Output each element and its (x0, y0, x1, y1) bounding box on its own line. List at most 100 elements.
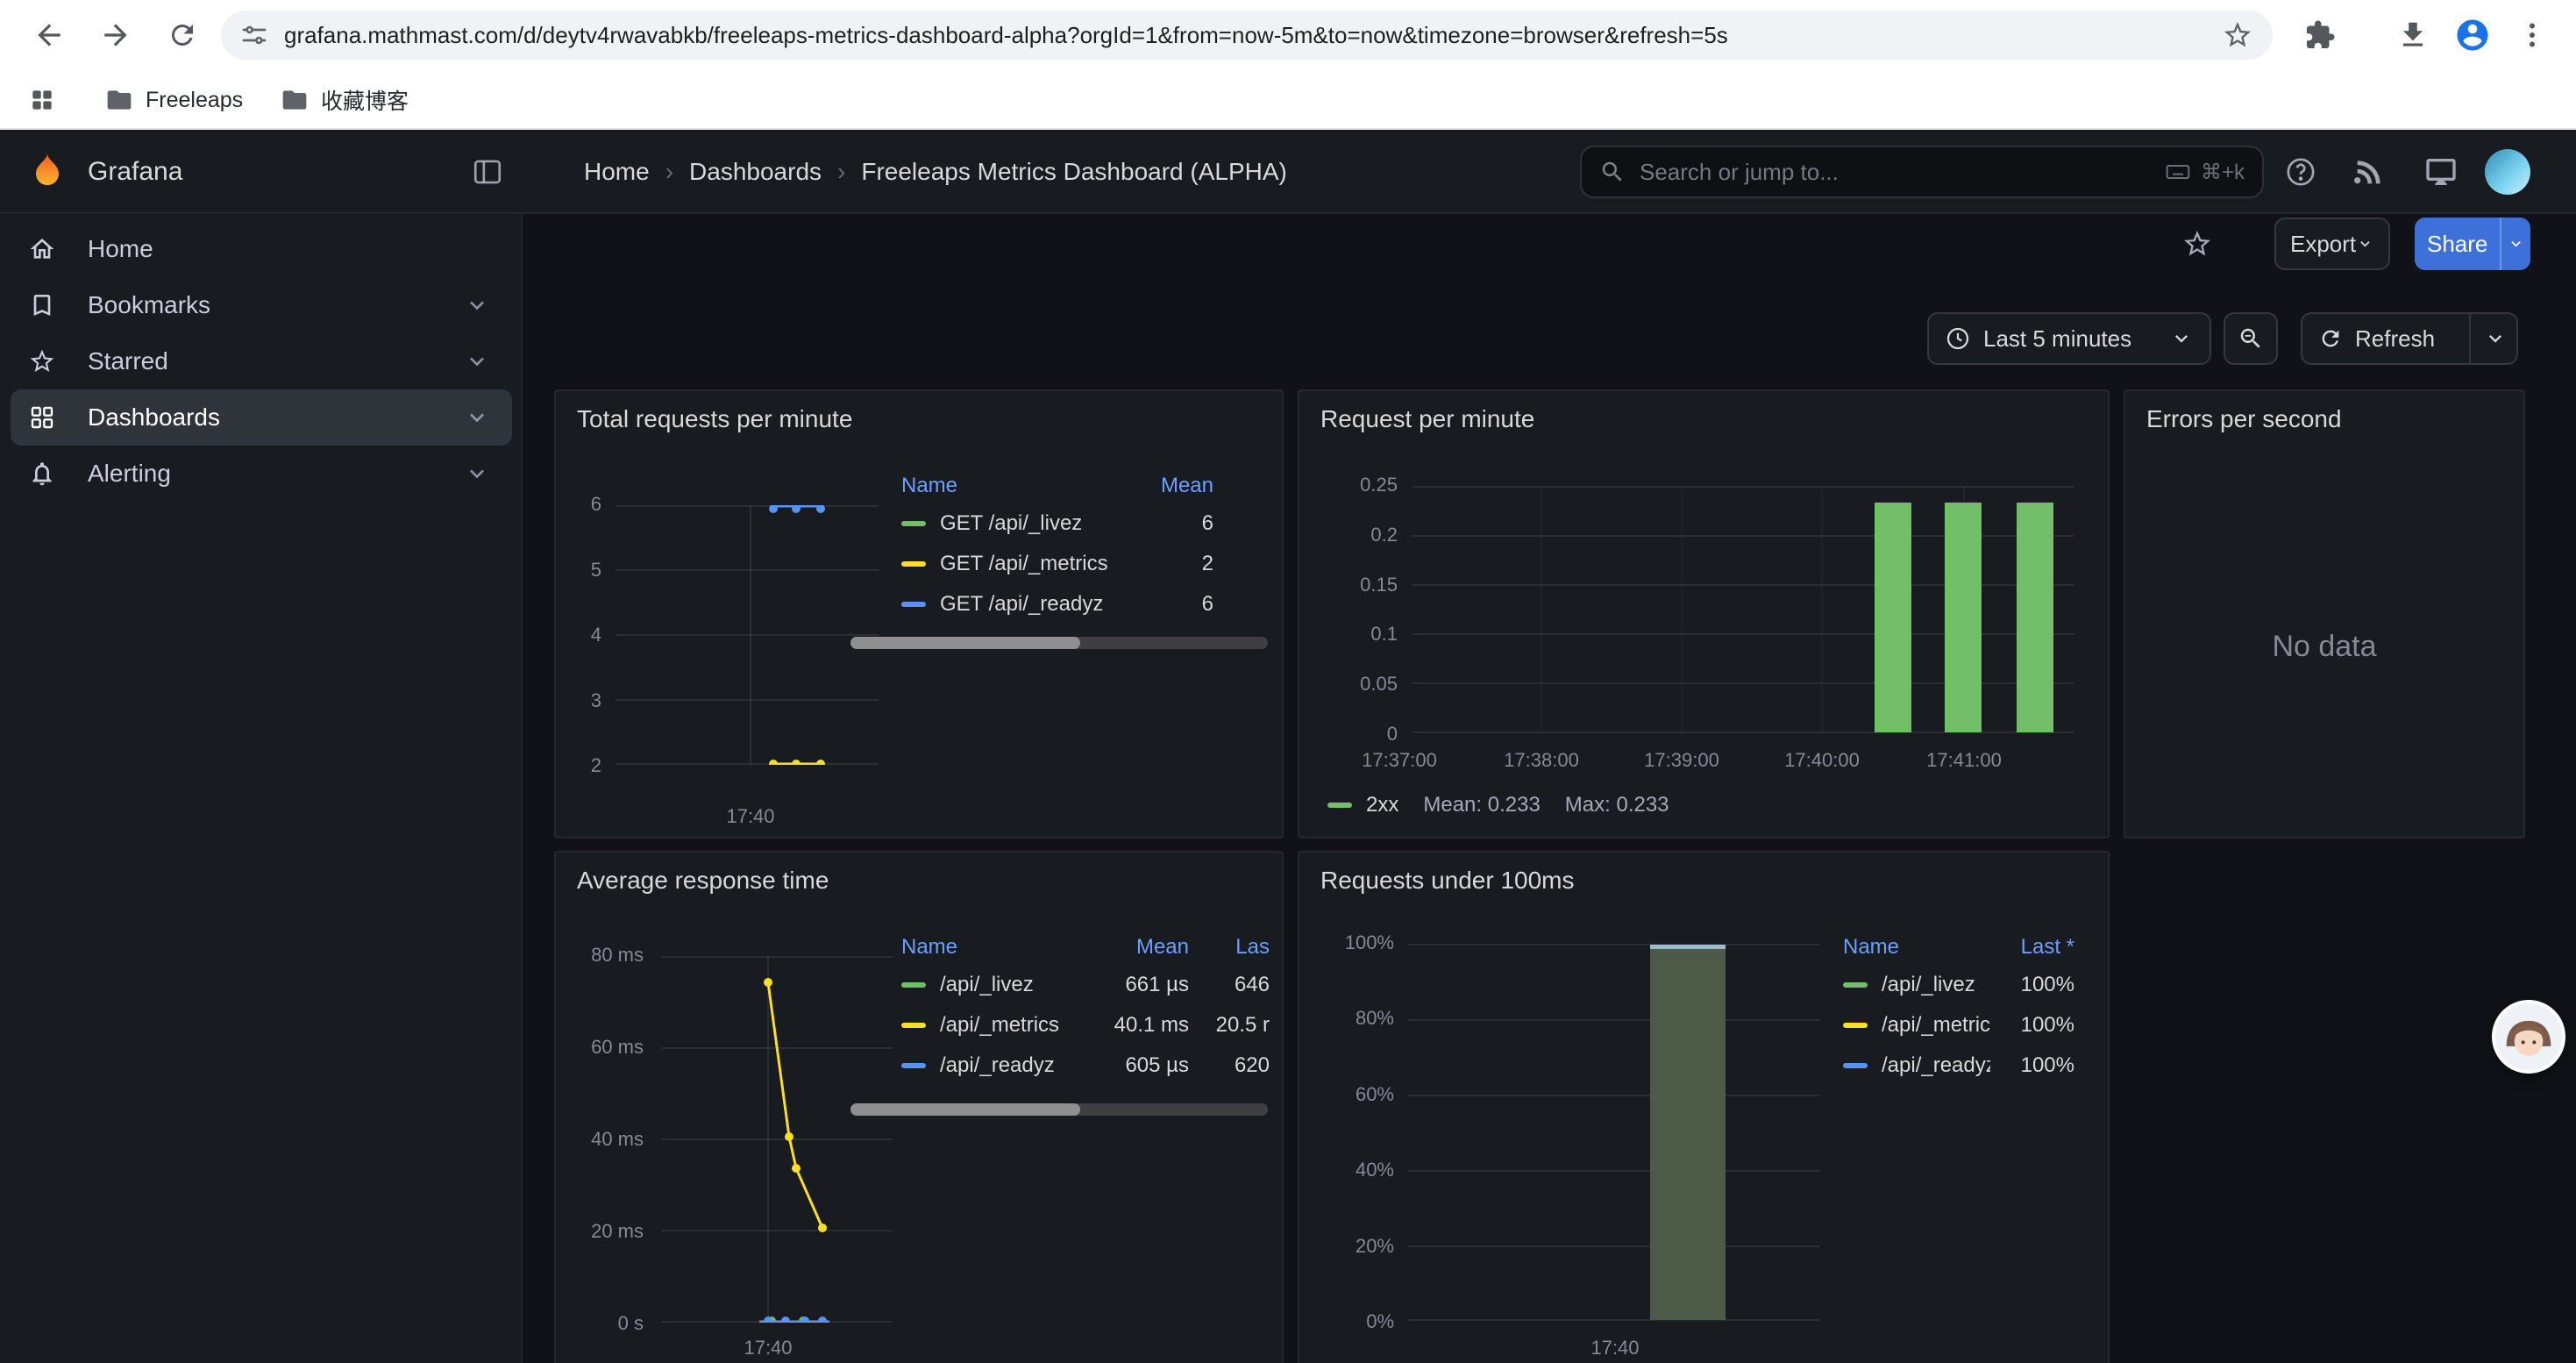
series-color-dash (901, 982, 926, 988)
search-box[interactable]: ⌘+k (1580, 146, 2264, 198)
legend-row[interactable]: 2xx Mean: 0.233 Max: 0.233 (1327, 793, 1669, 817)
line-chart (661, 956, 893, 1323)
news-feed-icon[interactable] (2352, 154, 2387, 189)
scrollbar-thumb[interactable] (850, 637, 1080, 649)
x-axis-label: 17:37:00 (1362, 749, 1437, 772)
dashboards-grid-icon (28, 403, 56, 432)
panel-title[interactable]: Errors per second (2146, 405, 2342, 433)
collapse-sidebar-icon[interactable] (470, 154, 505, 189)
series-mean: 605 µs (1080, 1053, 1189, 1078)
sidebar-item-label: Dashboards (88, 403, 220, 432)
refresh-icon (2318, 326, 2343, 351)
chevron-down-icon[interactable] (463, 347, 491, 375)
scrollbar-thumb[interactable] (850, 1103, 1080, 1116)
refresh-interval-chevron-icon[interactable] (2483, 326, 2508, 351)
x-axis-label: 17:41:00 (1926, 749, 2002, 772)
legend-row[interactable]: /api/_metrics 40.1 ms 20.5 r (901, 1005, 1270, 1045)
panel-title[interactable]: Average response time (577, 867, 829, 895)
bookmark-star-icon[interactable] (2222, 19, 2253, 51)
legend-header-name[interactable]: Name (901, 474, 1140, 498)
profile-button[interactable] (2451, 14, 2494, 56)
sidebar-item-label: Alerting (88, 460, 171, 488)
breadcrumb-home[interactable]: Home (584, 158, 650, 186)
search-input[interactable] (1640, 159, 2164, 186)
home-icon (28, 235, 56, 263)
legend-header-mean[interactable]: Mean (1140, 474, 1213, 498)
share-button[interactable]: Share (2415, 218, 2530, 270)
forward-button[interactable] (95, 14, 137, 56)
apps-button[interactable] (21, 79, 63, 121)
downloads-button[interactable] (2392, 14, 2434, 56)
address-bar[interactable] (221, 11, 2273, 60)
breadcrumb-dashboards[interactable]: Dashboards (689, 158, 822, 186)
reload-button[interactable] (161, 14, 203, 56)
y-axis-labels: 0.25 0.2 0.15 0.1 0.05 0 (1299, 474, 1398, 746)
legend-header-name[interactable]: Name (901, 935, 1080, 960)
chevron-down-icon (2356, 232, 2374, 256)
share-dropdown-chevron-icon[interactable] (2507, 232, 2525, 256)
series-color-dash (901, 561, 926, 567)
refresh-button[interactable]: Refresh (2301, 312, 2518, 365)
legend-header-mean[interactable]: Mean (1080, 935, 1189, 960)
sidebar-item-home[interactable]: Home (11, 221, 512, 277)
monitor-icon[interactable] (2423, 154, 2459, 189)
series-last: 620 (1189, 1053, 1270, 1078)
export-button[interactable]: Export (2274, 218, 2390, 270)
time-range-picker[interactable]: Last 5 minutes (1927, 312, 2211, 365)
legend-header-name[interactable]: Name (1843, 935, 1990, 960)
bookmark-folder-blogs[interactable]: 收藏博客 (270, 70, 419, 130)
sidebar-item-label: Home (88, 235, 153, 263)
sidebar-item-starred[interactable]: Starred (11, 333, 512, 389)
legend-scrollbar[interactable] (850, 1103, 1268, 1116)
panel-avg-response-time: Average response time 80 ms 60 ms 40 ms … (554, 851, 1284, 1363)
clock-icon (1945, 325, 1971, 352)
site-info-icon[interactable] (240, 21, 268, 49)
x-axis-label: 17:40:00 (1784, 749, 1860, 772)
series-name: /api/_metrics (940, 1013, 1059, 1038)
help-icon[interactable] (2283, 154, 2318, 189)
extensions-button[interactable] (2299, 14, 2341, 56)
legend-row[interactable]: /api/_readyz 605 µs 620 (901, 1045, 1270, 1086)
star-icon (28, 347, 56, 375)
legend-row[interactable]: GET /api/_metrics 2 (901, 544, 1213, 584)
bookmarks-bar: Freeleaps 收藏博客 (0, 70, 2576, 130)
legend-row[interactable]: /api/_readyz 100% (1843, 1045, 2074, 1086)
legend-row[interactable]: /api/_livez 100% (1843, 965, 2074, 1005)
x-axis-label: 17:40 (726, 805, 774, 828)
keyboard-icon (2164, 158, 2192, 186)
bookmark-folder-freeleaps[interactable]: Freeleaps (95, 70, 253, 130)
sidebar-item-alerting[interactable]: Alerting (11, 446, 512, 502)
favorite-star-icon[interactable] (2181, 228, 2213, 260)
user-avatar[interactable] (2485, 149, 2530, 195)
sidebar-item-bookmarks[interactable]: Bookmarks (11, 277, 512, 333)
chevron-down-icon[interactable] (463, 403, 491, 432)
legend-row[interactable]: GET /api/_livez 6 (901, 503, 1213, 544)
legend-row[interactable]: /api/_metrics 100% (1843, 1005, 2074, 1045)
x-axis-label: 17:38:00 (1504, 749, 1579, 772)
grafana-logo[interactable] (25, 149, 70, 195)
legend-row[interactable]: /api/_livez 661 µs 646 (901, 965, 1270, 1005)
series-name: /api/_readyz (1882, 1053, 1990, 1078)
browser-menu-button[interactable] (2511, 14, 2553, 56)
legend-header-last[interactable]: Las (1189, 935, 1270, 960)
chevron-down-icon[interactable] (463, 460, 491, 488)
zoom-out-button[interactable] (2224, 312, 2278, 365)
sidebar-item-dashboards[interactable]: Dashboards (11, 389, 512, 446)
series-name: GET /api/_livez (940, 511, 1082, 536)
legend-row[interactable]: GET /api/_readyz 6 (901, 584, 1213, 624)
assistant-avatar[interactable] (2492, 1000, 2565, 1074)
chevron-down-icon (2169, 326, 2194, 351)
chevron-down-icon[interactable] (463, 291, 491, 319)
series-color-dash (1327, 803, 1352, 808)
back-button[interactable] (28, 14, 70, 56)
export-label: Export (2290, 231, 2356, 258)
legend-scrollbar[interactable] (850, 637, 1268, 649)
x-axis-label: 17:39:00 (1644, 749, 1719, 772)
panel-title[interactable]: Requests under 100ms (1320, 867, 1575, 895)
panel-title[interactable]: Total requests per minute (577, 405, 852, 433)
legend-header-last[interactable]: Last * (1990, 935, 2074, 960)
url-input[interactable] (284, 11, 2195, 60)
series-name: /api/_readyz (940, 1053, 1055, 1078)
bookmark-icon (28, 291, 56, 319)
panel-title[interactable]: Request per minute (1320, 405, 1534, 433)
